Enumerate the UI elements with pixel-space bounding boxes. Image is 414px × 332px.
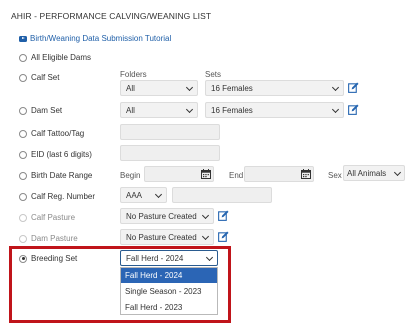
radio-eid[interactable]: [19, 150, 27, 159]
chevron-down-icon: [205, 253, 214, 262]
option-breeding-set-label: Breeding Set: [31, 254, 78, 263]
radio-calf-tattoo[interactable]: [19, 129, 27, 138]
calf-set-set-select[interactable]: 16 Females: [205, 80, 344, 96]
dam-pasture-select[interactable]: No Pasture Created: [120, 229, 214, 245]
chevron-down-icon: [331, 105, 340, 114]
option-birth-date-range[interactable]: Birth Date Range: [19, 171, 92, 180]
chevron-down-icon: [185, 83, 194, 92]
dam-set-folder-select[interactable]: All: [120, 102, 198, 118]
eid-input[interactable]: [120, 145, 220, 161]
dropdown-option[interactable]: Fall Herd - 2023: [121, 300, 217, 315]
option-breeding-set[interactable]: Breeding Set: [19, 254, 77, 263]
option-calf-tattoo-label: Calf Tattoo/Tag: [31, 129, 85, 138]
video-icon: [19, 35, 27, 42]
dam-pasture-value: No Pasture Created: [126, 232, 197, 242]
breeding-set-select[interactable]: Fall Herd - 2024: [120, 250, 218, 266]
breeding-set-dropdown: Fall Herd - 2024 Single Season - 2023 Fa…: [120, 267, 218, 315]
edit-icon[interactable]: [218, 231, 229, 242]
radio-breeding-set[interactable]: [19, 254, 27, 263]
edit-icon[interactable]: [348, 104, 359, 115]
option-calf-pasture-label: Calf Pasture: [31, 213, 76, 222]
radio-calf-set[interactable]: [19, 73, 27, 82]
edit-icon[interactable]: [218, 210, 229, 221]
sex-label: Sex: [328, 171, 342, 180]
option-dam-set-label: Dam Set: [31, 106, 63, 115]
chevron-down-icon: [154, 190, 163, 199]
option-eid-label: EID (last 6 digits): [31, 150, 92, 159]
option-dam-set[interactable]: Dam Set: [19, 106, 62, 115]
radio-calf-reg-number[interactable]: [19, 192, 27, 201]
radio-dam-set[interactable]: [19, 106, 27, 115]
option-all-eligible-dams-label: All Eligible Dams: [31, 53, 92, 62]
sets-header: Sets: [205, 70, 222, 79]
page-title: AHIR - PERFORMANCE CALVING/WEANING LIST: [11, 11, 212, 21]
tutorial-link[interactable]: Birth/Weaning Data Submission Tutorial: [19, 34, 171, 43]
calf-set-set-value: 16 Females: [211, 83, 253, 93]
option-calf-set[interactable]: Calf Set: [19, 73, 59, 82]
end-label: End: [229, 171, 244, 180]
dam-set-set-select[interactable]: 16 Females: [205, 102, 344, 118]
chevron-down-icon: [331, 83, 340, 92]
sex-select[interactable]: All Animals: [343, 165, 405, 181]
option-calf-tattoo[interactable]: Calf Tattoo/Tag: [19, 129, 84, 138]
dam-set-set-value: 16 Females: [211, 105, 253, 115]
calf-reg-prefix-select[interactable]: AAA: [120, 187, 167, 203]
calendar-icon[interactable]: [301, 169, 311, 179]
calf-set-folder-select[interactable]: All: [120, 80, 198, 96]
option-dam-pasture[interactable]: Dam Pasture: [19, 234, 78, 243]
dam-set-folder-value: All: [126, 105, 135, 115]
calf-reg-number-input[interactable]: [172, 187, 272, 203]
option-all-eligible-dams[interactable]: All Eligible Dams: [19, 53, 91, 62]
option-eid[interactable]: EID (last 6 digits): [19, 150, 92, 159]
calf-pasture-value: No Pasture Created: [126, 211, 197, 221]
sex-select-value: All Animals: [347, 168, 387, 178]
calendar-icon[interactable]: [201, 169, 211, 179]
option-birth-date-range-label: Birth Date Range: [31, 171, 93, 180]
radio-birth-date-range[interactable]: [19, 171, 27, 180]
radio-calf-pasture[interactable]: [19, 213, 27, 222]
dropdown-option[interactable]: Fall Herd - 2024: [121, 268, 217, 283]
dropdown-option[interactable]: Single Season - 2023: [121, 284, 217, 299]
radio-dam-pasture[interactable]: [19, 234, 27, 243]
option-calf-reg-number[interactable]: Calf Reg. Number: [19, 192, 95, 201]
folders-header: Folders: [120, 70, 147, 79]
radio-all-eligible-dams[interactable]: [19, 53, 27, 62]
option-calf-set-label: Calf Set: [31, 73, 60, 82]
chevron-down-icon: [393, 168, 402, 177]
tutorial-link-label: Birth/Weaning Data Submission Tutorial: [30, 34, 172, 43]
begin-label: Begin: [120, 171, 141, 180]
chevron-down-icon: [185, 105, 194, 114]
breeding-set-select-value: Fall Herd - 2024: [126, 253, 184, 263]
option-calf-reg-number-label: Calf Reg. Number: [31, 192, 96, 201]
edit-icon[interactable]: [348, 82, 359, 93]
chevron-down-icon: [201, 211, 210, 220]
option-calf-pasture[interactable]: Calf Pasture: [19, 213, 75, 222]
calf-tattoo-input[interactable]: [120, 124, 220, 140]
calf-pasture-select[interactable]: No Pasture Created: [120, 208, 214, 224]
calf-set-folder-value: All: [126, 83, 135, 93]
chevron-down-icon: [201, 232, 210, 241]
calf-reg-prefix-value: AAA: [126, 190, 143, 200]
option-dam-pasture-label: Dam Pasture: [31, 234, 78, 243]
